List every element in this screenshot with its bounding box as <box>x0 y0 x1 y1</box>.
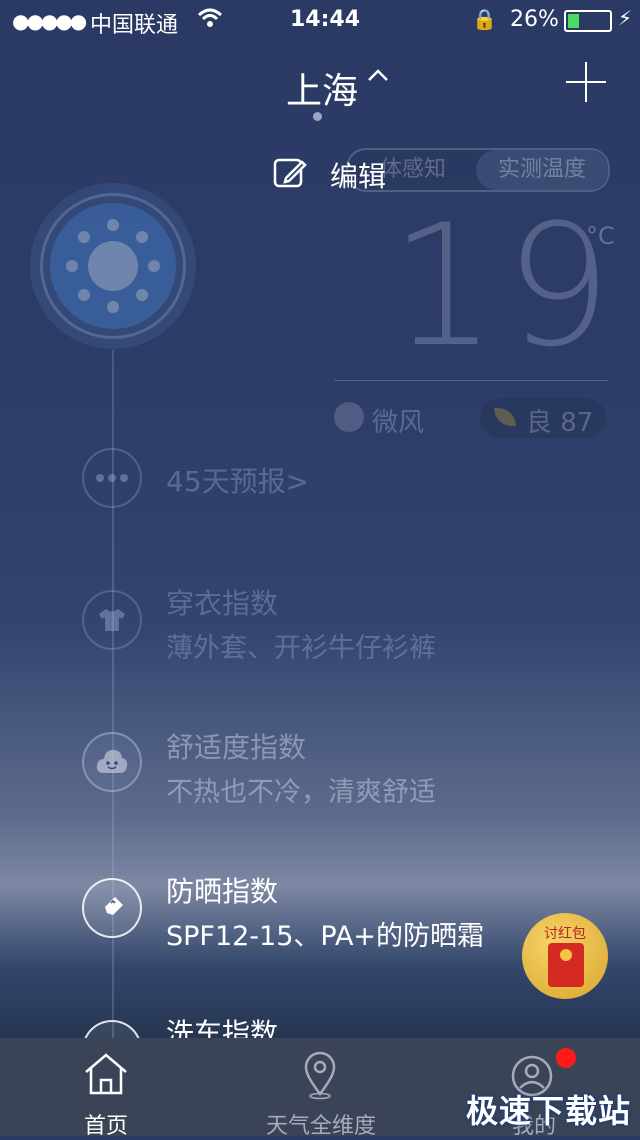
carrier-name: 中国联通 <box>90 13 179 38</box>
index-desc: SPF12-15、PA+的防晒霜 <box>166 921 485 952</box>
index-title: 穿衣指数 <box>166 587 279 620</box>
add-city-icon[interactable] <box>566 62 606 102</box>
comfort-face-icon <box>82 732 142 792</box>
watermark: 极速下载站 <box>466 1092 632 1130</box>
temperature-unit: °C <box>586 222 615 250</box>
charging-icon: ⚡ <box>618 6 633 30</box>
leaf-icon <box>494 408 516 426</box>
location-pin-icon[interactable] <box>300 1050 340 1100</box>
wifi-icon <box>196 4 224 38</box>
clock: 14:44 <box>290 7 361 32</box>
wind-text: 微风 <box>372 408 425 438</box>
battery-percent: 26% <box>510 7 559 32</box>
notification-badge <box>556 1048 576 1068</box>
sunscreen-icon <box>82 878 142 938</box>
edit-icon[interactable] <box>272 154 308 190</box>
more-dots-icon[interactable] <box>82 448 142 508</box>
signal-strength: ●●●●● <box>12 9 87 33</box>
index-title: 防晒指数 <box>166 875 279 908</box>
battery-icon <box>564 10 612 32</box>
toggle-measured[interactable]: 实测温度 <box>476 150 608 190</box>
index-title: 舒适度指数 <box>166 731 307 764</box>
aqi-text: 良 87 <box>526 408 594 438</box>
index-desc: 薄外套、开衫牛仔衫裤 <box>166 633 436 664</box>
home-icon[interactable] <box>82 1052 130 1096</box>
city-name[interactable]: 上海 <box>286 62 358 114</box>
page-indicator <box>313 112 322 121</box>
red-envelope-icon <box>548 943 584 987</box>
status-bar: ●●●●● 中国联通 14:44 🔒 26% ⚡ <box>0 0 640 40</box>
index-desc: 不热也不冷，清爽舒适 <box>166 777 436 808</box>
air-quality-badge[interactable]: 良 87 <box>480 398 606 438</box>
clothing-icon <box>82 590 142 650</box>
forecast-45-days-link[interactable]: 45天预报> <box>166 460 309 500</box>
wind-icon <box>334 402 364 432</box>
divider <box>334 380 608 381</box>
chevron-up-icon[interactable] <box>366 62 390 95</box>
red-packet-button[interactable]: 讨红包 <box>522 913 608 999</box>
rotation-lock-icon: 🔒 <box>472 7 497 31</box>
red-packet-label: 讨红包 <box>544 926 586 942</box>
edit-button[interactable]: 编辑 <box>330 155 386 195</box>
sun-core <box>50 203 176 329</box>
tab-home[interactable]: 首页 <box>84 1108 128 1140</box>
tab-weather-dimensions[interactable]: 天气全维度 <box>266 1108 376 1140</box>
